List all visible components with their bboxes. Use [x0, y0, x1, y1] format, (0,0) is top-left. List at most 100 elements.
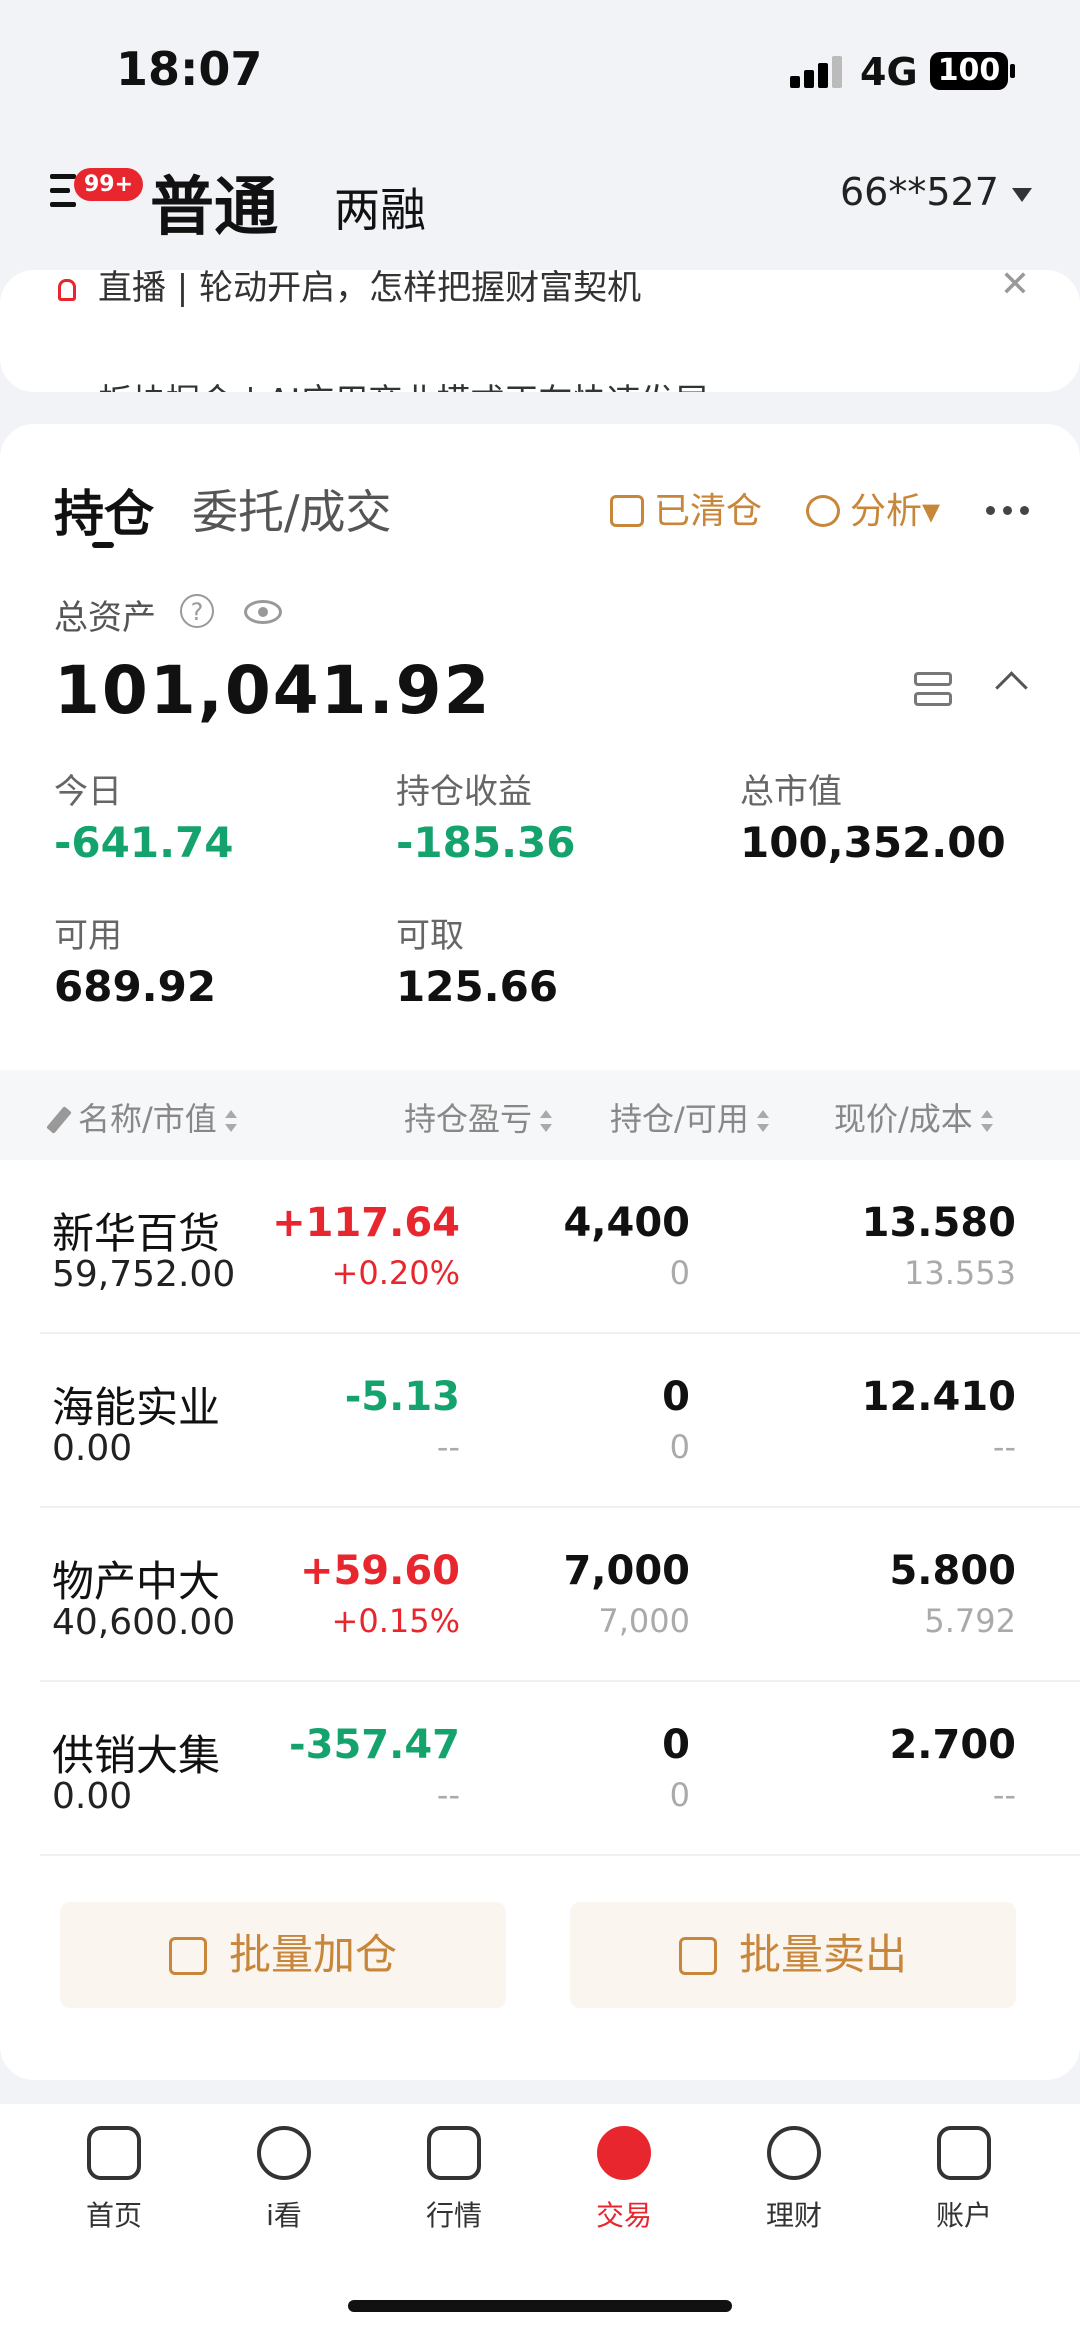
- account-selector[interactable]: 66**527: [840, 170, 999, 214]
- available-label: 可用: [54, 916, 122, 956]
- tab-account[interactable]: 账户: [894, 2126, 1034, 2234]
- batch-add-button[interactable]: 批量加仓: [60, 1902, 506, 2008]
- cleared-button[interactable]: 已清仓: [610, 482, 762, 534]
- expand-icon[interactable]: ⌄: [1005, 378, 1030, 392]
- table-row[interactable]: 海能实业 0.00 -5.13 -- 0 0 12.410 --: [40, 1334, 1080, 1508]
- stock-qty: 4,400: [563, 1200, 690, 1246]
- stock-price: 13.580: [861, 1200, 1016, 1246]
- tab-indicator: [92, 542, 114, 548]
- stock-market-value: 0.00: [52, 1428, 133, 1469]
- notice-item[interactable]: 直播 | 轮动开启，怎样把握财富契机: [58, 270, 641, 309]
- stock-pnl: -357.47: [289, 1722, 460, 1768]
- stock-price: 5.800: [889, 1548, 1016, 1594]
- total-assets-label: 总资产: [54, 598, 156, 638]
- network-type: 4G: [860, 50, 918, 94]
- stock-available: 7,000: [598, 1602, 690, 1640]
- available-value: 689.92: [54, 962, 217, 1011]
- notice-banner[interactable]: 直播 | 轮动开启，怎样把握财富契机 ✕ 板块掘金 | AI应用商业模式正在快速…: [0, 270, 1080, 392]
- chart-icon: [427, 2126, 481, 2180]
- total-assets-value: 101,041.92: [54, 652, 492, 729]
- battery-tip: [1010, 64, 1015, 78]
- stock-name: 物产中大: [52, 1557, 221, 1606]
- status-time: 18:07: [116, 42, 263, 96]
- stock-market-value: 40,600.00: [52, 1602, 236, 1643]
- top-header: 99+ 普通 两融 66**527: [0, 140, 1080, 270]
- tab-normal[interactable]: 普通: [150, 156, 278, 248]
- signal-icon: [790, 56, 846, 88]
- table-row[interactable]: 新华百货 59,752.00 +117.64 +0.20% 4,400 0 13…: [40, 1160, 1080, 1334]
- chevron-down-icon[interactable]: [1012, 188, 1032, 202]
- trend-icon: [806, 495, 840, 527]
- stock-pnl: -5.13: [344, 1374, 460, 1420]
- tab-holdings[interactable]: 持仓: [54, 474, 154, 546]
- sort-icon: [756, 1110, 769, 1132]
- withdrawable-value: 125.66: [396, 962, 559, 1011]
- tab-trade[interactable]: 交易: [554, 2126, 694, 2234]
- stock-pnl-pct: +0.15%: [331, 1602, 460, 1640]
- layout-toggle-icon[interactable]: [914, 672, 952, 706]
- chevron-up-icon[interactable]: [995, 671, 1028, 704]
- stock-available: 0: [669, 1776, 690, 1814]
- stock-name: 新华百货: [52, 1209, 221, 1258]
- home-icon: [87, 2126, 141, 2180]
- col-pnl[interactable]: 持仓盈亏: [404, 1094, 553, 1140]
- hold-pnl-label: 持仓收益: [396, 772, 532, 812]
- tab-margin[interactable]: 两融: [334, 174, 426, 240]
- col-name[interactable]: 名称/市值: [46, 1094, 237, 1140]
- stock-qty: 7,000: [563, 1548, 690, 1594]
- stock-pnl: +117.64: [272, 1200, 460, 1246]
- tab-market[interactable]: 行情: [384, 2126, 524, 2234]
- today-value: -641.74: [54, 818, 234, 867]
- stock-available: 0: [669, 1428, 690, 1466]
- stock-pnl-pct: --: [436, 1776, 460, 1814]
- stock-qty: 0: [662, 1374, 690, 1420]
- market-value: 100,352.00: [740, 818, 1006, 867]
- play-icon: [257, 2126, 311, 2180]
- table-header: 名称/市值 持仓盈亏 持仓/可用 现价/成本: [0, 1070, 1080, 1160]
- trade-icon: [597, 2126, 651, 2180]
- tab-orders[interactable]: 委托/成交: [192, 476, 392, 542]
- tab-home[interactable]: 首页: [44, 2126, 184, 2234]
- today-label: 今日: [54, 772, 122, 812]
- stock-price: 12.410: [861, 1374, 1016, 1420]
- stock-price: 2.700: [889, 1722, 1016, 1768]
- analysis-button[interactable]: 分析▾: [806, 482, 940, 534]
- stock-cost: --: [992, 1776, 1016, 1814]
- stock-market-value: 59,752.00: [52, 1254, 236, 1295]
- stock-cost: --: [992, 1428, 1016, 1466]
- bar-chart-icon: [610, 495, 644, 527]
- market-value-label: 总市值: [740, 772, 842, 812]
- tab-watch[interactable]: i看: [214, 2126, 354, 2234]
- stock-pnl: +59.60: [299, 1548, 460, 1594]
- help-icon[interactable]: ?: [180, 594, 214, 628]
- more-icon[interactable]: [986, 500, 1037, 519]
- table-row[interactable]: 物产中大 40,600.00 +59.60 +0.15% 7,000 7,000…: [40, 1508, 1080, 1682]
- eye-icon[interactable]: [244, 600, 282, 624]
- finance-icon: [767, 2126, 821, 2180]
- table-row[interactable]: 供销大集 0.00 -357.47 -- 0 0 2.700 --: [40, 1682, 1080, 1856]
- close-icon[interactable]: ✕: [1000, 270, 1030, 305]
- tab-finance[interactable]: 理财: [724, 2126, 864, 2234]
- notice-item[interactable]: 板块掘金 | AI应用商业模式正在快速发展: [58, 374, 708, 392]
- stock-available: 0: [669, 1254, 690, 1292]
- stock-market-value: 0.00: [52, 1776, 133, 1817]
- stock-pnl-pct: +0.20%: [331, 1254, 460, 1292]
- stock-cost: 13.553: [904, 1254, 1016, 1292]
- col-price[interactable]: 现价/成本: [834, 1094, 993, 1140]
- sort-icon: [980, 1110, 993, 1132]
- message-badge: 99+: [74, 168, 144, 201]
- col-qty[interactable]: 持仓/可用: [610, 1094, 769, 1140]
- edit-icon[interactable]: [46, 1106, 72, 1134]
- stock-pnl-pct: --: [436, 1428, 460, 1466]
- sort-icon: [540, 1110, 553, 1132]
- stock-cost: 5.792: [924, 1602, 1016, 1640]
- add-position-icon: [168, 1937, 207, 1975]
- sell-icon: [678, 1937, 717, 1975]
- stock-qty: 0: [662, 1722, 690, 1768]
- stock-name: 供销大集: [52, 1731, 221, 1780]
- hold-pnl-value: -185.36: [396, 818, 576, 867]
- home-indicator: [348, 2300, 732, 2312]
- batch-sell-button[interactable]: 批量卖出: [570, 1902, 1016, 2008]
- status-bar: 18:07 4G 100: [0, 0, 1080, 140]
- withdrawable-label: 可取: [396, 916, 464, 956]
